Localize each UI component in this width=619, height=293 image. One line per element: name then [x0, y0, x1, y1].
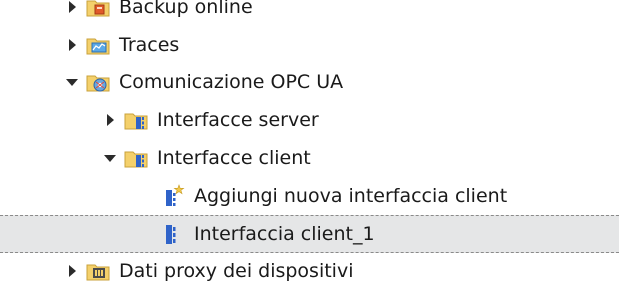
tree-item-dati-proxy-dei-dispositivi[interactable]: Dati proxy dei dispositivi	[0, 253, 619, 291]
backup-folder-icon	[86, 0, 110, 17]
tree-item-comunicazione-opc-ua[interactable]: Comunicazione OPC UA	[0, 64, 619, 102]
expand-arrow-icon[interactable]	[63, 262, 81, 280]
traces-folder-icon	[86, 38, 110, 55]
add-client-interface-icon	[166, 183, 185, 206]
client-interface-icon	[166, 224, 176, 244]
tree-item-aggiungi-nuova-interfaccia-client[interactable]: Aggiungi nuova interfaccia client	[0, 177, 619, 215]
opc-ua-folder-icon	[86, 75, 110, 92]
tree-item-label: Interfaccia client_1	[194, 222, 375, 245]
collapse-arrow-icon[interactable]	[101, 149, 119, 167]
tree-item-label: Interfacce server	[157, 109, 319, 132]
tree-item-backup-online[interactable]: Backup online	[0, 0, 619, 26]
expand-arrow-icon[interactable]	[63, 0, 81, 16]
tree-item-interfaccia-client-1[interactable]: Interfaccia client_1	[0, 214, 619, 253]
expand-arrow-icon[interactable]	[63, 36, 81, 54]
collapse-arrow-icon[interactable]	[63, 73, 81, 91]
tree-item-label: Backup online	[119, 0, 253, 18]
tree-item-label: Traces	[119, 33, 180, 56]
tree-item-interfacce-server[interactable]: Interfacce server	[0, 101, 619, 139]
tree-item-label: Interfacce client	[157, 147, 311, 170]
tree-item-label: Dati proxy dei dispositivi	[119, 260, 354, 283]
tree-item-label: Aggiungi nuova interfaccia client	[194, 184, 508, 207]
tree-item-traces[interactable]: Traces	[0, 26, 619, 64]
device-proxy-folder-icon	[86, 264, 110, 281]
tree-item-label: Comunicazione OPC UA	[119, 71, 344, 94]
expand-arrow-icon[interactable]	[101, 111, 119, 129]
project-tree: Backup online Traces Comunicazione OPC U…	[0, 0, 619, 290]
tree-item-interfacce-client[interactable]: Interfacce client	[0, 139, 619, 177]
server-interface-folder-icon	[124, 113, 148, 130]
client-interface-folder-icon	[124, 151, 148, 168]
